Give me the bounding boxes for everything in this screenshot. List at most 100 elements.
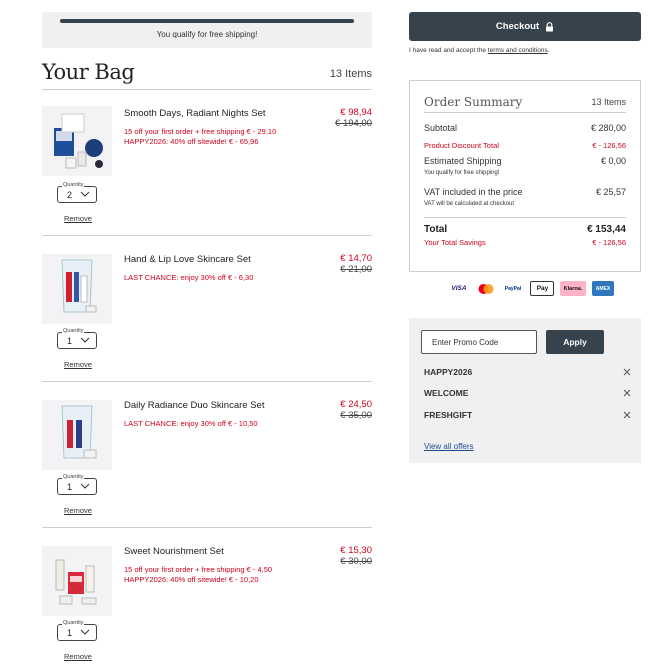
bag-item-count: 13 Items <box>329 68 372 80</box>
applied-code-row: WELCOME <box>424 388 631 398</box>
close-icon[interactable] <box>623 411 631 419</box>
free-shipping-message: You qualify for free shipping! <box>156 30 258 39</box>
terms-suffix: . <box>547 47 550 54</box>
bag-title: Your Bag <box>42 60 135 84</box>
subtotal-value: € 280,00 <box>590 123 626 133</box>
view-all-offers-link[interactable]: View all offers <box>424 442 474 451</box>
quantity-select[interactable]: Quantity 2 <box>57 182 97 203</box>
original-price: € 194,00 <box>335 118 372 129</box>
quantity-label: Quantity <box>62 620 85 627</box>
quantity-value: 1 <box>67 482 73 492</box>
quantity-label: Quantity <box>62 182 85 189</box>
promo-discount-line: HAPPY2026: 40% off sitewide! € - 10,20 <box>124 575 259 584</box>
quantity-value: 1 <box>67 628 73 638</box>
shipping-label: Estimated Shipping <box>424 156 502 166</box>
product-image[interactable] <box>42 254 112 324</box>
vat-value: € 25,57 <box>595 187 626 197</box>
remove-link[interactable]: Remove <box>64 360 92 369</box>
bag-item: Quantity 1 Remove Sweet Nourishment Set … <box>42 527 372 666</box>
promo-code-label: FRESHGIFT <box>424 410 473 420</box>
close-icon[interactable] <box>623 368 631 376</box>
promo-discount-line: LAST CHANCE: enjoy 30% off € - 10,50 <box>124 419 258 428</box>
quantity-value: 1 <box>67 336 73 346</box>
sale-price: € 24,50 <box>340 399 372 410</box>
product-set-illustration <box>54 113 103 169</box>
promo-code-label: WELCOME <box>424 388 469 398</box>
remove-link[interactable]: Remove <box>64 506 92 515</box>
bag-item: Quantity 1 Remove Hand & Lip Love Skinca… <box>42 235 372 381</box>
quantity-label: Quantity <box>62 328 85 335</box>
quantity-select[interactable]: Quantity 1 <box>57 474 97 495</box>
terms-prefix: I have read and accept the <box>409 47 488 54</box>
chevron-down-icon <box>80 629 90 635</box>
bag-item: Quantity 2 Remove Smooth Days, Radiant N… <box>42 89 372 235</box>
chevron-down-icon <box>80 337 90 343</box>
terms-link[interactable]: terms and conditions <box>488 47 548 54</box>
lock-icon <box>546 21 554 31</box>
vat-row: VAT included in the price € 25,57 <box>424 187 626 197</box>
product-set-illustration <box>61 259 97 313</box>
applied-code-row: FRESHGIFT <box>424 410 631 420</box>
product-image[interactable] <box>42 106 112 176</box>
promo-discount-line: LAST CHANCE: enjoy 30% off € - 6,30 <box>124 273 254 282</box>
klarna-icon: Klarna. <box>560 281 586 296</box>
order-summary: Order Summary 13 Items Subtotal € 280,00… <box>409 80 641 272</box>
promo-discount-line: 15 off your first order + free shipping … <box>124 565 273 574</box>
discount-label: Product Discount Total <box>424 141 499 150</box>
quantity-value: 2 <box>67 190 73 200</box>
savings-row: Your Total Savings € - 126,56 <box>424 238 626 247</box>
amex-icon: AMEX <box>592 281 614 296</box>
shipping-progress-bar <box>60 19 354 23</box>
order-summary-title: Order Summary <box>424 95 523 109</box>
checkout-button[interactable]: Checkout <box>409 12 641 41</box>
promo-discount-line: 15 off your first order + free shipping … <box>124 127 277 136</box>
summary-divider <box>424 112 626 113</box>
remove-link[interactable]: Remove <box>64 652 92 661</box>
product-set-illustration <box>55 559 97 605</box>
product-name[interactable]: Hand & Lip Love Skincare Set <box>124 254 251 265</box>
product-name[interactable]: Daily Radiance Duo Skincare Set <box>124 400 264 411</box>
quantity-select[interactable]: Quantity 1 <box>57 328 97 349</box>
free-shipping-banner: You qualify for free shipping! <box>42 12 372 48</box>
total-row: Total € 153,44 <box>424 224 626 235</box>
quantity-select[interactable]: Quantity 1 <box>57 620 97 641</box>
apply-promo-button[interactable]: Apply <box>546 330 604 354</box>
promo-code-input[interactable] <box>421 330 537 354</box>
product-set-illustration <box>61 405 97 459</box>
quantity-label: Quantity <box>62 474 85 481</box>
discount-row: Product Discount Total € - 126,56 <box>424 141 626 150</box>
payment-methods: VISA PayPal Pay Klarna. AMEX <box>448 281 614 296</box>
total-label: Total <box>424 224 448 235</box>
terms-notice: I have read and accept the terms and con… <box>409 47 550 54</box>
original-price: € 35,00 <box>340 410 372 421</box>
paypal-icon: PayPal <box>504 285 522 292</box>
shipping-value: € 0,00 <box>600 156 626 166</box>
applied-code-row: HAPPY2026 <box>424 367 631 377</box>
chevron-down-icon <box>80 483 90 489</box>
sale-price: € 15,30 <box>340 545 372 556</box>
shipping-note: You qualify for free shipping! <box>424 170 500 176</box>
promo-code-panel: Apply HAPPY2026 WELCOME FRESHGIFT View a… <box>409 318 641 463</box>
product-name[interactable]: Smooth Days, Radiant Nights Set <box>124 108 266 119</box>
vat-label: VAT included in the price <box>424 187 523 197</box>
subtotal-row: Subtotal € 280,00 <box>424 123 626 133</box>
chevron-down-icon <box>80 191 90 197</box>
savings-value: € - 126,56 <box>592 238 626 247</box>
product-name[interactable]: Sweet Nourishment Set <box>124 546 224 557</box>
sale-price: € 98,94 <box>340 107 372 118</box>
order-summary-count: 13 Items <box>591 97 626 107</box>
close-icon[interactable] <box>623 389 631 397</box>
visa-icon: VISA <box>451 285 467 292</box>
summary-divider <box>424 217 626 218</box>
remove-link[interactable]: Remove <box>64 214 92 223</box>
product-image[interactable] <box>42 400 112 470</box>
promo-code-label: HAPPY2026 <box>424 367 473 377</box>
total-value: € 153,44 <box>587 224 626 235</box>
savings-label: Your Total Savings <box>424 238 486 247</box>
promo-discount-line: HAPPY2026: 40% off sitewide! € - 65,96 <box>124 137 259 146</box>
sale-price: € 14,70 <box>340 253 372 264</box>
original-price: € 21,00 <box>340 264 372 275</box>
apple-pay-icon: Pay <box>530 281 554 296</box>
shipping-progress-fill <box>60 19 354 23</box>
product-image[interactable] <box>42 546 112 616</box>
